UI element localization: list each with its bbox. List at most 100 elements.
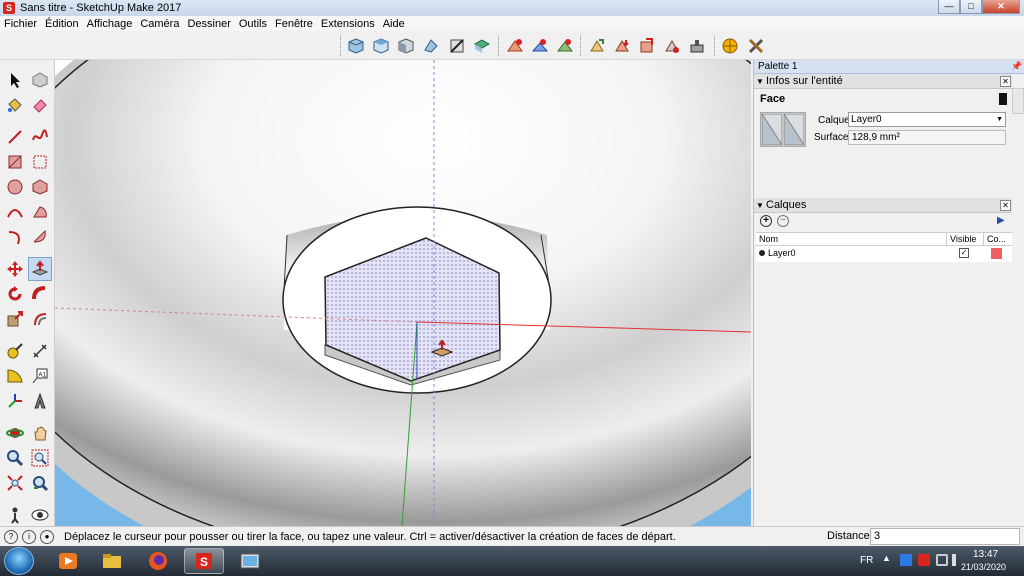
maximize-button[interactable]: □: [960, 0, 982, 14]
entity-info-header[interactable]: ▼ Infos sur l'entité ✕: [754, 74, 1012, 89]
menu-fenetre[interactable]: Fenêtre: [271, 18, 317, 30]
display-section-icon[interactable]: [471, 35, 493, 57]
remove-layer-icon[interactable]: −: [777, 215, 789, 227]
make-component-icon[interactable]: [28, 68, 52, 92]
firefox-icon[interactable]: [138, 548, 178, 574]
move-icon[interactable]: [3, 257, 27, 281]
three-point-arc-icon[interactable]: [28, 225, 52, 249]
zoom-extents-icon[interactable]: [3, 471, 27, 495]
drawing-viewport[interactable]: [55, 60, 751, 526]
offset-icon[interactable]: [28, 307, 52, 331]
col-color[interactable]: Co...: [983, 233, 1006, 246]
pdf-reader-icon[interactable]: [918, 554, 930, 566]
eraser-icon[interactable]: [28, 93, 52, 117]
geo-location-icon[interactable]: ?: [4, 529, 18, 544]
distance-input[interactable]: 3: [870, 528, 1020, 545]
arc-icon[interactable]: [3, 200, 27, 224]
rotated-rectangle-icon[interactable]: [28, 150, 52, 174]
layer-row[interactable]: Layer0 ✓: [756, 246, 1012, 262]
dropbox-icon[interactable]: [900, 554, 912, 566]
right-view-icon[interactable]: [420, 35, 442, 57]
tools-icon[interactable]: [745, 35, 767, 57]
active-layer-radio[interactable]: [759, 250, 765, 256]
col-name[interactable]: Nom: [759, 234, 778, 244]
layer-select[interactable]: Layer0 ▼: [848, 112, 1006, 127]
layer-options-icon[interactable]: ▶: [997, 215, 1009, 227]
share-component-icon[interactable]: [636, 35, 658, 57]
user-icon[interactable]: ●: [40, 529, 54, 544]
menu-outils[interactable]: Outils: [235, 18, 271, 30]
share-model-icon[interactable]: [586, 35, 608, 57]
close-button[interactable]: ✕: [982, 0, 1020, 14]
zoom-icon[interactable]: [3, 446, 27, 470]
paint-bucket-icon[interactable]: [3, 93, 27, 117]
layers-header[interactable]: ▼ Calques ✕: [754, 198, 1012, 213]
tray-scrollbar[interactable]: [1012, 88, 1024, 114]
sketchup-icon[interactable]: S: [184, 548, 224, 574]
warehouse-icon[interactable]: [661, 35, 683, 57]
3d-text-icon[interactable]: [28, 389, 52, 413]
push-pull-icon[interactable]: [28, 257, 52, 281]
follow-me-icon[interactable]: [28, 282, 52, 306]
toggle-details-icon[interactable]: [999, 93, 1007, 105]
material-swatch[interactable]: [760, 112, 806, 147]
two-point-arc-icon[interactable]: [3, 225, 27, 249]
front-view-icon[interactable]: [395, 35, 417, 57]
minimize-button[interactable]: —: [938, 0, 960, 14]
get-models-icon[interactable]: [611, 35, 633, 57]
select-icon[interactable]: [3, 68, 27, 92]
menu-affichage[interactable]: Affichage: [83, 18, 137, 30]
position-camera-icon[interactable]: [3, 503, 27, 527]
menu-edition[interactable]: Édition: [41, 18, 83, 30]
text-icon[interactable]: A1: [28, 364, 52, 388]
menu-dessiner[interactable]: Dessiner: [183, 18, 234, 30]
toggle-terrain-icon[interactable]: [529, 35, 551, 57]
look-around-icon[interactable]: [28, 503, 52, 527]
zoom-window-icon[interactable]: [28, 446, 52, 470]
pan-icon[interactable]: [28, 421, 52, 445]
orbit-icon[interactable]: [3, 421, 27, 445]
panel-close-button[interactable]: ✕: [1000, 200, 1011, 211]
section-plane-icon[interactable]: [446, 35, 468, 57]
toolbar-grip[interactable]: [580, 35, 583, 56]
toolbar-grip[interactable]: [498, 35, 501, 56]
layer-color-swatch[interactable]: [991, 248, 1002, 259]
photo-textures-icon[interactable]: [554, 35, 576, 57]
top-view-icon[interactable]: [370, 35, 392, 57]
toolbar-grip[interactable]: [340, 35, 343, 56]
circle-icon[interactable]: [3, 175, 27, 199]
language-indicator[interactable]: FR: [860, 555, 873, 566]
add-location-icon[interactable]: [504, 35, 526, 57]
polygon-icon[interactable]: [28, 175, 52, 199]
toolbar-grip[interactable]: [714, 35, 717, 56]
clock-date[interactable]: 21/03/2020: [961, 562, 1006, 572]
line-icon[interactable]: [3, 125, 27, 149]
menu-extensions[interactable]: Extensions: [317, 18, 379, 30]
rectangle-icon[interactable]: [3, 150, 27, 174]
add-layer-icon[interactable]: +: [760, 215, 772, 227]
credits-icon[interactable]: i: [22, 529, 36, 544]
menu-aide[interactable]: Aide: [379, 18, 409, 30]
visible-checkbox[interactable]: ✓: [959, 248, 969, 258]
axes-icon[interactable]: [3, 389, 27, 413]
pie-icon[interactable]: [28, 200, 52, 224]
media-player-icon[interactable]: [48, 548, 88, 574]
menu-camera[interactable]: Caméra: [136, 18, 183, 30]
menu-fichier[interactable]: Fichier: [0, 18, 41, 30]
pin-icon[interactable]: 📌: [1011, 61, 1022, 72]
extension-icon[interactable]: [686, 35, 708, 57]
dimension-icon[interactable]: [28, 339, 52, 363]
volume-icon[interactable]: [952, 554, 956, 566]
col-visible[interactable]: Visible: [946, 233, 976, 246]
panel-close-button[interactable]: ✕: [1000, 76, 1011, 87]
start-button[interactable]: [4, 547, 34, 575]
show-hidden-icons[interactable]: ▲: [882, 553, 891, 563]
photo-viewer-icon[interactable]: [230, 548, 270, 574]
tape-measure-icon[interactable]: [3, 339, 27, 363]
model-render[interactable]: [55, 60, 751, 526]
geo-icon[interactable]: [719, 35, 741, 57]
network-icon[interactable]: [936, 554, 948, 566]
file-explorer-icon[interactable]: [92, 548, 132, 574]
freehand-icon[interactable]: [28, 125, 52, 149]
previous-view-icon[interactable]: [28, 471, 52, 495]
